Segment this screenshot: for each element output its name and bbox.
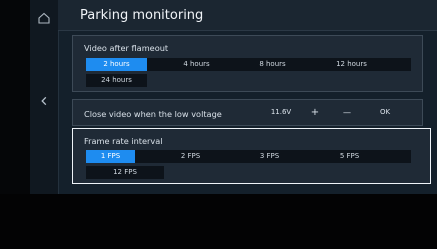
option-2-fps[interactable]: 2 FPS (166, 150, 215, 163)
frame-rate-options: 1 FPS 2 FPS 3 FPS 5 FPS (86, 150, 411, 163)
close-video-low-voltage-card: Close video when the low voltage 11.6V +… (72, 99, 423, 126)
option-12-fps[interactable]: 12 FPS (86, 166, 164, 179)
black-bottom-border (0, 194, 437, 249)
option-12-hours[interactable]: 12 hours (321, 58, 382, 71)
video-after-flameout-options-second-row: 24 hours (86, 74, 147, 87)
option-1-fps[interactable]: 1 FPS (86, 150, 135, 163)
frame-rate-options-second-row: 12 FPS (86, 166, 164, 179)
option-3-fps[interactable]: 3 FPS (245, 150, 294, 163)
chevron-left-icon[interactable] (38, 95, 50, 107)
option-4-hours[interactable]: 4 hours (166, 58, 227, 71)
title-bar: Parking monitoring (58, 0, 437, 31)
option-8-hours[interactable]: 8 hours (242, 58, 303, 71)
home-icon[interactable] (37, 11, 51, 25)
option-24-hours[interactable]: 24 hours (86, 74, 147, 87)
low-voltage-value: 11.6V (270, 108, 292, 116)
increase-voltage-button[interactable]: + (305, 105, 325, 120)
video-after-flameout-title: Video after flameout (84, 43, 169, 53)
settings-content: Video after flameout 2 hours 4 hours 8 h… (58, 31, 437, 194)
frame-rate-interval-title: Frame rate interval (84, 136, 163, 146)
video-after-flameout-options: 2 hours 4 hours 8 hours 12 hours (86, 58, 411, 71)
decrease-voltage-button[interactable]: — (336, 105, 358, 120)
frame-rate-interval-card: Frame rate interval 1 FPS 2 FPS 3 FPS 5 … (72, 128, 431, 184)
option-5-fps[interactable]: 5 FPS (325, 150, 374, 163)
video-after-flameout-card: Video after flameout 2 hours 4 hours 8 h… (72, 35, 423, 92)
page-title: Parking monitoring (80, 8, 204, 23)
close-video-low-voltage-title: Close video when the low voltage (84, 109, 222, 119)
option-2-hours[interactable]: 2 hours (86, 58, 147, 71)
confirm-voltage-button[interactable]: OK (373, 105, 397, 120)
